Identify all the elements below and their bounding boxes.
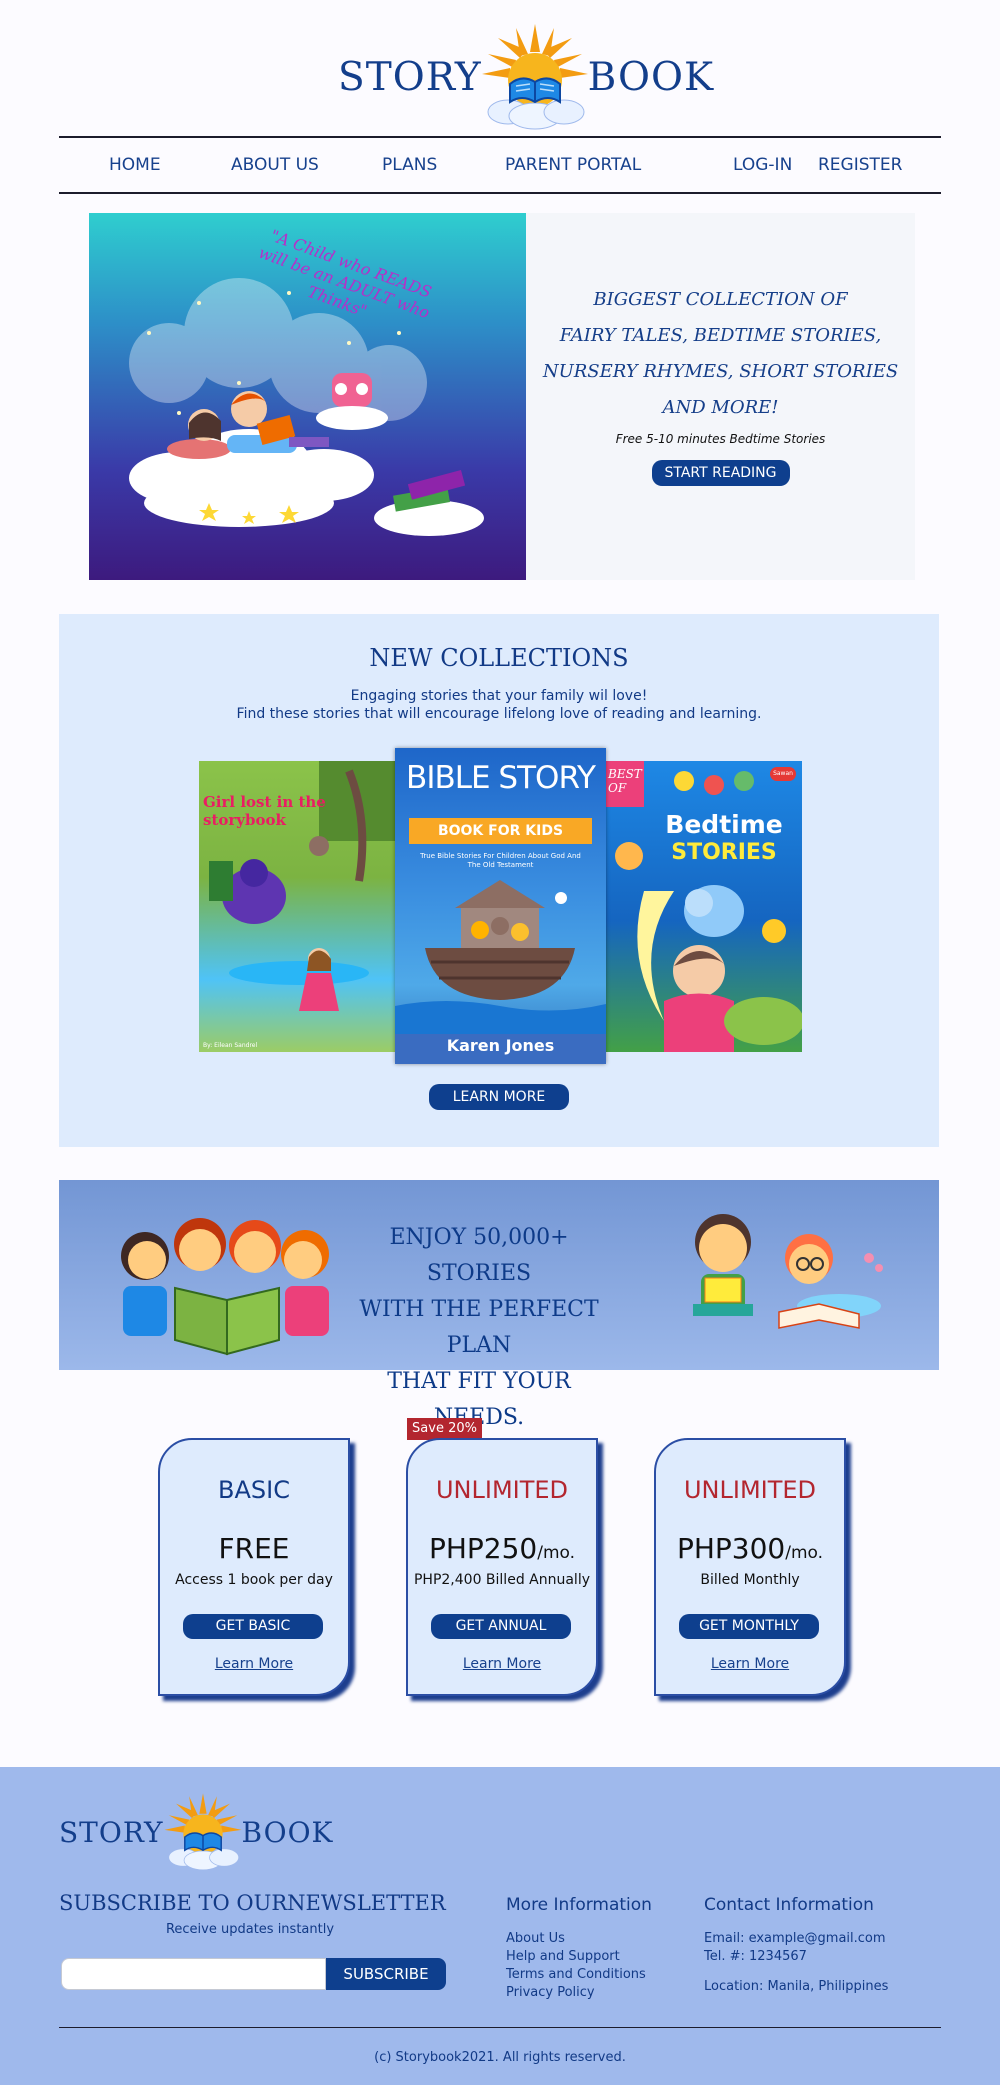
- book-3-seal: Sawan: [770, 767, 796, 781]
- nav-bottom-divider: [59, 192, 941, 194]
- footer-sun-book-logo-icon: [163, 1793, 242, 1871]
- noahs-ark-icon: [395, 880, 606, 1038]
- hero-section: "A Child who READS will be an ADULT who …: [89, 213, 915, 580]
- logo-word-book: BOOK: [587, 54, 715, 100]
- footer-link-terms[interactable]: Terms and Conditions: [506, 1966, 646, 1984]
- nav-about-us[interactable]: ABOUT US: [231, 155, 319, 175]
- book-cover-girl-lost[interactable]: Girl lost in the storybook By: Eilean Sa…: [199, 761, 399, 1052]
- plan-basic-price: FREE: [160, 1532, 348, 1565]
- plan-monthly-price: PHP300/mo.: [656, 1532, 844, 1565]
- plan-annual-price-value: PHP250: [428, 1532, 538, 1565]
- plan-card-monthly: UNLIMITED PHP300/mo. Billed Monthly GET …: [654, 1438, 846, 1696]
- contact-location: Location: Manila, Philippines: [704, 1979, 889, 1994]
- sun-book-logo-icon: [481, 24, 588, 130]
- plan-basic-learn-more-link[interactable]: Learn More: [160, 1656, 348, 1672]
- contact-information-heading: Contact Information: [704, 1895, 874, 1915]
- plan-annual-name: UNLIMITED: [435, 1476, 569, 1504]
- plan-monthly-desc: Billed Monthly: [700, 1572, 800, 1588]
- subscribe-button[interactable]: SUBSCRIBE: [326, 1958, 446, 1990]
- newsletter-email-input[interactable]: [61, 1958, 326, 1990]
- nav-register[interactable]: REGISTER: [818, 155, 902, 175]
- contact-email: Email: example@gmail.com: [704, 1931, 886, 1946]
- nav-log-in[interactable]: LOG-IN: [733, 155, 792, 175]
- book-2-author: Karen Jones: [446, 1036, 555, 1055]
- contact-tel: Tel. #: 1234567: [704, 1949, 807, 1964]
- more-information-links: About Us Help and Support Terms and Cond…: [506, 1930, 646, 2002]
- kids-reading-group-icon: [121, 1218, 329, 1356]
- nav-plans[interactable]: PLANS: [382, 155, 437, 175]
- book-3-top-line-1: BEST: [608, 767, 642, 781]
- contact-information-list: Email: example@gmail.com Tel. #: 1234567…: [704, 1930, 888, 1996]
- banner-line-1: ENJOY 50,000+ STORIES: [389, 1225, 569, 1286]
- hero-headline-line-2: FAIRY TALES, BEDTIME STORIES,: [559, 325, 882, 346]
- hero-subtitle: Free 5-10 minutes Bedtime Stories: [615, 432, 826, 446]
- collections-description: Engaging stories that your family wil lo…: [59, 687, 939, 723]
- kids-with-books-icon: [693, 1214, 883, 1329]
- logo-word-story: STORY: [338, 54, 482, 100]
- footer-logo-word-book: BOOK: [241, 1815, 334, 1849]
- header-logo[interactable]: STORY BOOK: [338, 22, 714, 132]
- book-3-title-line-1: Bedtime: [665, 810, 783, 839]
- plans-banner: ENJOY 50,000+ STORIES WITH THE PERFECT P…: [59, 1180, 939, 1430]
- plan-annual-learn-more-link[interactable]: Learn More: [408, 1656, 596, 1672]
- book-1-author: By: Eilean Sandrel: [203, 1042, 258, 1049]
- plan-monthly-name: UNLIMITED: [683, 1476, 817, 1504]
- hero-text-block: BIGGEST COLLECTION OF FAIRY TALES, BEDTI…: [526, 213, 915, 580]
- get-basic-button[interactable]: GET BASIC: [183, 1614, 323, 1639]
- book-cover-bedtime-stories[interactable]: BEST OF Sawan Bedtime STORIES: [604, 761, 802, 1052]
- book-3-top-line-2: OF: [608, 781, 627, 795]
- get-monthly-button[interactable]: GET MONTHLY: [679, 1614, 819, 1639]
- get-annual-button[interactable]: GET ANNUAL: [431, 1614, 571, 1639]
- book-cover-bible-story[interactable]: BIBLE STORY BOOK FOR KIDS True Bible Sto…: [395, 748, 606, 1064]
- hero-headline-line-3: NURSERY RHYMES, SHORT STORIES: [542, 361, 899, 382]
- plan-annual-price-unit: /mo.: [537, 1543, 576, 1563]
- start-reading-button[interactable]: START READING: [651, 460, 790, 486]
- book-1-title-line-1: Girl lost in the: [203, 793, 326, 811]
- footer: STORY BOOK SUBSCRIBE TO OURNEWSLETTER Re…: [0, 1767, 1000, 2085]
- book-1-title-line-2: storybook: [203, 811, 286, 829]
- more-information-heading: More Information: [506, 1895, 652, 1915]
- plan-monthly-learn-more-link[interactable]: Learn More: [656, 1656, 844, 1672]
- plan-monthly-price-unit: /mo.: [785, 1543, 824, 1563]
- plan-annual-desc: PHP2,400 Billed Annually: [413, 1572, 590, 1588]
- plan-annual-price: PHP250/mo.: [408, 1532, 596, 1565]
- kids-on-cloud-icon: [129, 278, 484, 536]
- main-nav: HOME ABOUT US PLANS PARENT PORTAL LOG-IN…: [59, 137, 941, 192]
- footer-divider: [59, 2027, 941, 2028]
- plan-basic-price-value: FREE: [218, 1532, 290, 1565]
- new-collections-section: NEW COLLECTIONS Engaging stories that yo…: [59, 614, 939, 1147]
- hero-illustration: "A Child who READS will be an ADULT who …: [89, 213, 526, 580]
- nav-home[interactable]: HOME: [109, 155, 161, 175]
- newsletter-note: Receive updates instantly: [165, 1922, 335, 1937]
- plan-basic-name: BASIC: [218, 1476, 290, 1504]
- newsletter-title: SUBSCRIBE TO OURNEWSLETTER: [59, 1891, 446, 1915]
- footer-link-about-us[interactable]: About Us: [506, 1930, 646, 1948]
- hero-headline-line-4: AND MORE!: [662, 397, 779, 418]
- book-3-title-line-2: STORIES: [671, 840, 777, 865]
- collections-title: NEW COLLECTIONS: [369, 644, 629, 672]
- book-bedtime-illustration-icon: [604, 761, 802, 1052]
- save-badge: Save 20%: [407, 1418, 482, 1440]
- banner-headline: ENJOY 50,000+ STORIES WITH THE PERFECT P…: [349, 1220, 609, 1436]
- collections-desc-line-1: Engaging stories that your family wil lo…: [350, 688, 648, 704]
- hero-headline-line-1: BIGGEST COLLECTION OF: [593, 289, 848, 310]
- footer-logo[interactable]: STORY BOOK: [59, 1789, 333, 1875]
- footer-logo-word-story: STORY: [59, 1815, 164, 1849]
- footer-link-help-support[interactable]: Help and Support: [506, 1948, 646, 1966]
- copyright: (c) Storybook2021. All rights reserved.: [374, 2050, 626, 2065]
- plan-card-annual: UNLIMITED PHP250/mo. PHP2,400 Billed Ann…: [406, 1438, 598, 1696]
- plan-monthly-price-value: PHP300: [676, 1532, 786, 1565]
- learn-more-button[interactable]: LEARN MORE: [429, 1084, 569, 1110]
- collections-desc-line-2: Find these stories that will encourage l…: [236, 706, 762, 722]
- plan-basic-desc: Access 1 book per day: [175, 1572, 333, 1588]
- footer-link-privacy[interactable]: Privacy Policy: [506, 1984, 646, 2002]
- nav-parent-portal[interactable]: PARENT PORTAL: [505, 155, 641, 175]
- banner-line-2: WITH THE PERFECT PLAN: [359, 1297, 599, 1358]
- plan-card-basic: BASIC FREE Access 1 book per day GET BAS…: [158, 1438, 350, 1696]
